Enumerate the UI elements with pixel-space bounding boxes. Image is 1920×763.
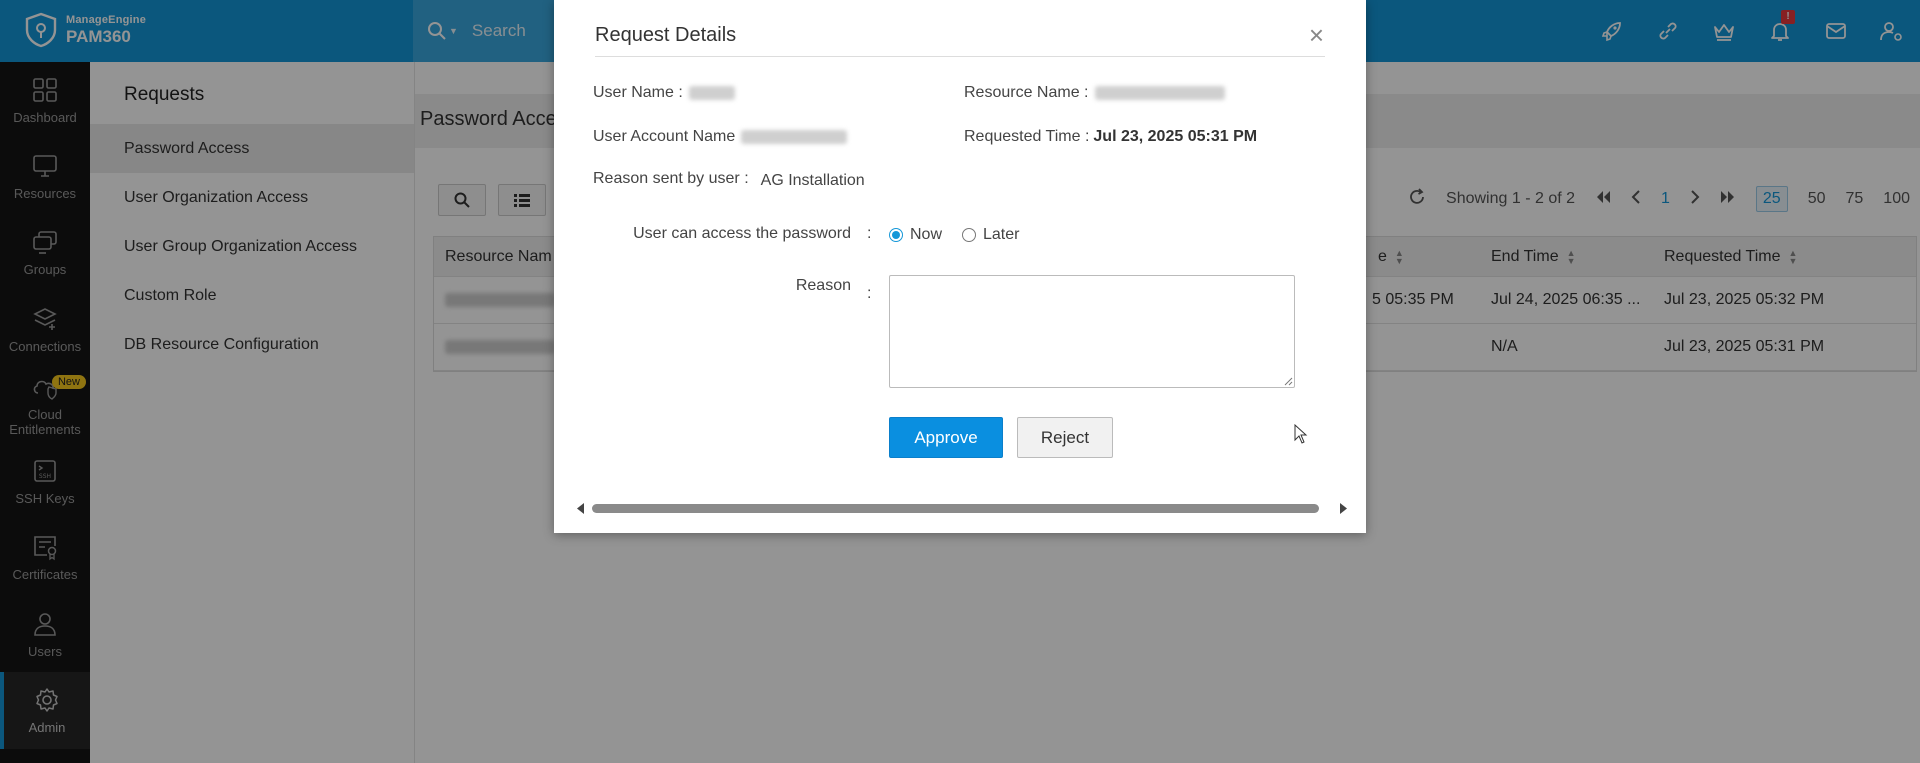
redacted-user-name <box>688 86 735 100</box>
radio-now-indicator[interactable] <box>889 228 903 242</box>
approve-button[interactable]: Approve <box>889 417 1003 458</box>
radio-later[interactable]: Later <box>962 226 1019 244</box>
close-icon[interactable]: × <box>1309 20 1324 51</box>
resource-name-field: Resource Name : <box>964 84 1225 102</box>
dialog-title: Request Details <box>595 24 737 46</box>
requested-time-value: Jul 23, 2025 05:31 PM <box>1093 128 1258 145</box>
mouse-cursor-icon <box>1294 424 1308 444</box>
access-label: User can access the password <box>633 225 851 242</box>
requested-time-label: Requested Time : <box>964 128 1090 145</box>
radio-later-label: Later <box>983 226 1020 243</box>
access-colon: : <box>867 225 872 242</box>
user-account-label: User Account Name <box>593 128 736 145</box>
scrollbar-thumb[interactable] <box>592 504 1319 513</box>
radio-later-indicator[interactable] <box>962 228 976 242</box>
radio-now[interactable]: Now <box>889 226 942 244</box>
user-name-label: User Name : <box>593 84 683 101</box>
redacted-user-account <box>741 130 848 144</box>
resize-grip-icon[interactable] <box>1284 377 1293 386</box>
redacted-resource-name <box>1094 86 1225 100</box>
resource-name-label: Resource Name : <box>964 84 1089 101</box>
reason-colon: : <box>867 285 872 302</box>
requested-time-field: Requested Time : Jul 23, 2025 05:31 PM <box>964 128 1257 146</box>
reason-sent-label: Reason sent by user : <box>593 170 749 187</box>
user-name-field: User Name : <box>593 84 735 102</box>
reason-label: Reason <box>795 277 851 294</box>
reason-sent-value: AG Installation <box>760 172 865 189</box>
user-account-field: User Account Name <box>593 128 848 146</box>
reject-button[interactable]: Reject <box>1017 417 1113 458</box>
reason-textarea[interactable] <box>889 275 1295 388</box>
title-divider <box>595 56 1325 57</box>
scroll-right-arrow-icon[interactable] <box>1338 503 1348 514</box>
request-details-dialog: Request Details × User Name : Resource N… <box>554 0 1366 533</box>
reason-sent-field: Reason sent by user : AG Installation <box>593 168 865 190</box>
scroll-left-arrow-icon[interactable] <box>576 503 586 514</box>
radio-now-label: Now <box>910 226 943 243</box>
horizontal-scrollbar[interactable] <box>576 500 1348 516</box>
